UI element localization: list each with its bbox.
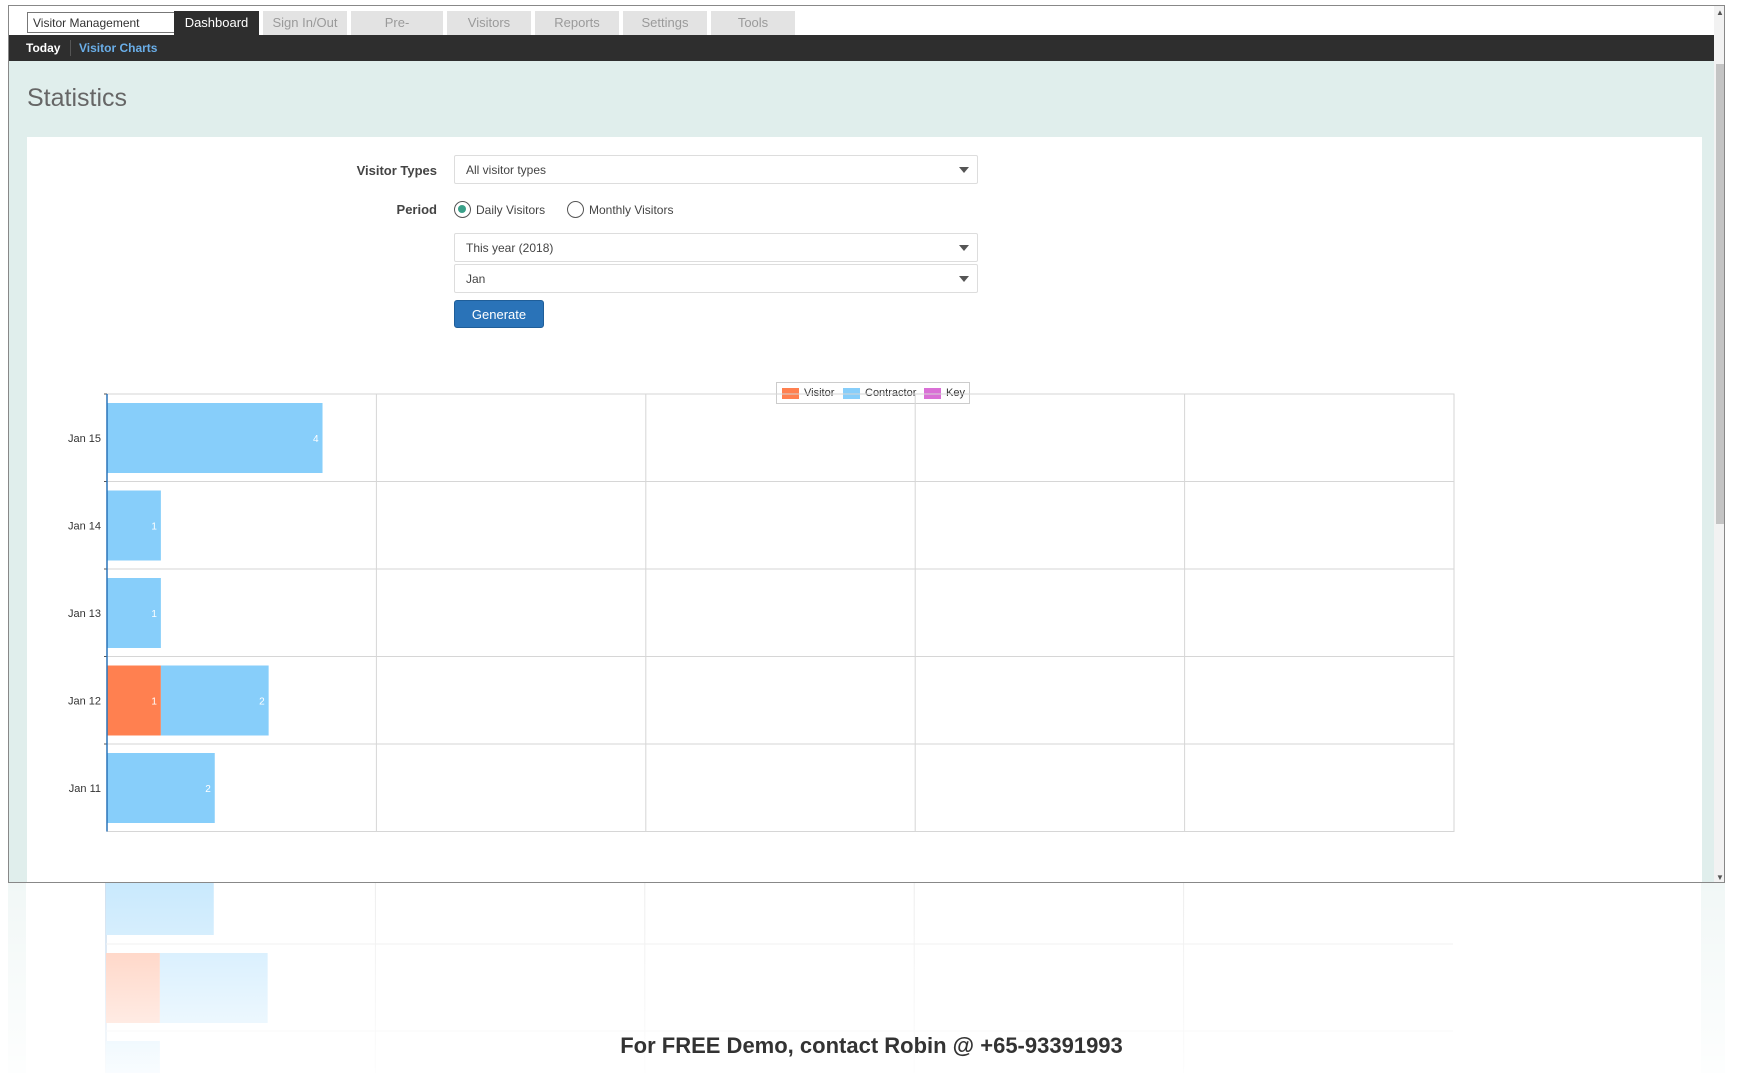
bar-value-label: 1 <box>151 522 157 533</box>
app-module-select-value: Visitor Management <box>33 16 140 30</box>
sub-navigation-bar: Today Visitor Charts <box>9 35 1724 61</box>
page-title: Statistics <box>27 84 128 112</box>
category-label: Jan 11 <box>69 783 101 795</box>
subtab-visitor-charts[interactable]: Visitor Charts <box>79 41 157 55</box>
bar-value-label: 1 <box>151 697 157 708</box>
category-label: Jan 13 <box>68 608 101 620</box>
bar-value-label: 2 <box>205 784 211 795</box>
scroll-thumb[interactable] <box>1716 64 1724 524</box>
bar-contractor <box>107 403 323 473</box>
category-label: Jan 15 <box>68 433 101 445</box>
tab-visitors[interactable]: Visitors <box>447 11 531 35</box>
category-label: Jan 14 <box>68 520 101 532</box>
app-module-select[interactable]: Visitor Management ▼ <box>27 12 189 33</box>
tab-pre-registrations[interactable]: Pre-registrations <box>351 11 443 54</box>
subtab-divider <box>70 40 71 56</box>
bar-value-label: 2 <box>259 697 265 708</box>
bar-contractor <box>107 753 215 823</box>
bar-value-label: 1 <box>151 609 157 620</box>
tab-dashboard[interactable]: Dashboard <box>174 11 259 35</box>
scroll-down-icon[interactable]: ▼ <box>1716 873 1724 882</box>
scroll-up-icon[interactable]: ▲ <box>1716 8 1724 17</box>
bar-value-label: 4 <box>313 434 319 445</box>
category-label: Jan 12 <box>68 695 101 707</box>
top-tab-bar: Visitor Management ▼ Dashboard Sign In/O… <box>9 6 1724 54</box>
tab-reports[interactable]: Reports <box>535 11 619 35</box>
bar-contractor <box>160 665 269 736</box>
tab-sign-in-out[interactable]: Sign In/Out <box>263 11 347 35</box>
tab-tools[interactable]: Tools <box>711 11 795 35</box>
app-window: Visitor Management ▼ Dashboard Sign In/O… <box>8 5 1725 883</box>
footer-contact: For FREE Demo, contact Robin @ +65-93391… <box>620 1033 1123 1058</box>
tab-settings[interactable]: Settings <box>623 11 707 35</box>
statistics-panel: Visitor Types All visitor types Period D… <box>27 137 1702 882</box>
vertical-scrollbar[interactable]: ▲ ▼ <box>1714 6 1724 882</box>
visitor-chart: 4 Jan 15 1 Jan 14 1 Jan 13 1 2 Jan 12 2 Jan 11 <box>68 393 1455 832</box>
subtab-today[interactable]: Today <box>26 41 60 55</box>
